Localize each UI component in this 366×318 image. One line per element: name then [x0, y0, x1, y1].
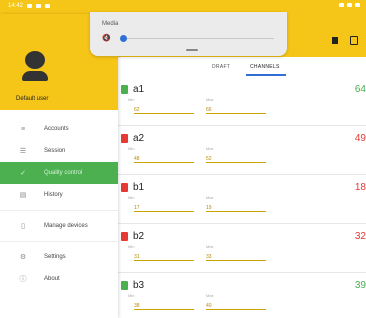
info-icon: ⓘ [19, 276, 27, 283]
app-bar-actions [332, 36, 358, 45]
drawer-menu: ≡ Accounts ☰ Session ✓ Quality control ▤… [0, 118, 118, 290]
image-icon [45, 4, 51, 8]
channel-row[interactable]: a2 49 Min Max 48 52 [118, 126, 366, 175]
channel-value: 39 [354, 280, 366, 291]
channel-name: b1 [133, 182, 145, 193]
min-field[interactable]: 48 [134, 156, 194, 163]
media-panel: Media 🔇 [90, 12, 287, 56]
tab-bar: DRAFT CHANNELS [118, 57, 366, 77]
volume-slider-track[interactable] [124, 38, 274, 39]
nav-item-label: Settings [44, 254, 66, 260]
avatar [22, 51, 48, 83]
nav-item-label: History [44, 192, 63, 198]
nav-item-history[interactable]: ▤ History [0, 184, 118, 206]
nav-item-settings[interactable]: ⚙ Settings [0, 246, 118, 268]
min-field[interactable]: 17 [134, 205, 194, 212]
min-label: Min [128, 293, 135, 298]
nav-item-quality-control[interactable]: ✓ Quality control [0, 162, 118, 184]
nav-item-label: Quality control [44, 170, 83, 176]
max-label: Max [206, 97, 214, 102]
max-field[interactable]: 52 [206, 156, 266, 163]
clipboard-icon [121, 134, 128, 143]
channel-row[interactable]: b2 32 Min Max 31 33 [118, 224, 366, 273]
tab-draft[interactable]: DRAFT [212, 64, 230, 70]
nav-item-accounts[interactable]: ≡ Accounts [0, 118, 118, 140]
max-label: Max [206, 146, 214, 151]
channel-value: 32 [354, 231, 366, 242]
clipboard-icon [121, 183, 128, 192]
status-time: 14:42 [8, 3, 24, 9]
channel-row[interactable]: b1 18 Min Max 17 19 [118, 175, 366, 224]
nav-item-label: Manage devices [44, 223, 88, 229]
navigation-drawer: Default user ≡ Accounts ☰ Session ✓ Qual… [0, 14, 118, 318]
tab-indicator [246, 74, 286, 76]
channel-row[interactable]: a1 64 Min Max 62 66 [118, 77, 366, 126]
channel-name: a2 [133, 133, 145, 144]
max-field[interactable]: 19 [206, 205, 266, 212]
max-label: Max [206, 195, 214, 200]
nav-item-label: Accounts [44, 126, 69, 132]
play-icon [36, 4, 42, 8]
min-field[interactable]: 62 [134, 107, 194, 114]
divider [0, 210, 118, 211]
max-field[interactable]: 40 [206, 303, 266, 310]
channel-value: 18 [354, 182, 366, 193]
min-field[interactable]: 38 [134, 303, 194, 310]
min-label: Min [128, 244, 135, 249]
channel-name: b3 [133, 280, 145, 291]
max-field[interactable]: 66 [206, 107, 266, 114]
max-field[interactable]: 33 [206, 254, 266, 261]
channel-value: 49 [354, 133, 366, 144]
channel-value: 64 [354, 84, 366, 95]
notification-icon [27, 4, 33, 8]
min-label: Min [128, 146, 135, 151]
stop-icon[interactable] [332, 37, 338, 44]
tab-channels[interactable]: CHANNELS [250, 64, 280, 70]
channel-row[interactable]: b3 39 Min Max 38 40 [118, 273, 366, 318]
min-field[interactable]: 31 [134, 254, 194, 261]
session-icon: ☰ [19, 148, 27, 155]
volume-slider-thumb[interactable] [120, 35, 127, 42]
clipboard-icon[interactable] [350, 36, 358, 45]
quality-icon: ✓ [20, 170, 26, 177]
min-label: Min [128, 97, 135, 102]
nav-item-label: Session [44, 148, 66, 154]
gear-icon: ⚙ [19, 254, 27, 261]
clipboard-icon [121, 281, 128, 290]
max-label: Max [206, 293, 214, 298]
divider [0, 241, 118, 242]
history-icon: ▤ [19, 192, 27, 199]
accounts-icon: ≡ [20, 125, 26, 133]
nav-item-session[interactable]: ☰ Session [0, 140, 118, 162]
clipboard-icon [121, 85, 128, 94]
clipboard-icon [121, 232, 128, 241]
max-label: Max [206, 244, 214, 249]
signal-icon [339, 3, 344, 7]
min-label: Min [128, 195, 135, 200]
battery-icon [355, 3, 360, 7]
nav-item-about[interactable]: ⓘ About [0, 268, 118, 290]
panel-drag-handle[interactable] [186, 49, 198, 51]
volume-muted-icon[interactable]: 🔇 [102, 34, 111, 42]
nav-item-label: About [44, 276, 60, 282]
channel-name: a1 [133, 84, 145, 95]
user-name: Default user [16, 96, 49, 102]
nav-item-manage-devices[interactable]: ▯ Manage devices [0, 215, 118, 237]
channel-name: b2 [133, 231, 145, 242]
channel-list: a1 64 Min Max 62 66 a2 49 Min Max 48 52 … [118, 77, 366, 318]
wifi-icon [347, 3, 352, 7]
media-title: Media [102, 21, 119, 27]
device-icon: ▯ [21, 223, 25, 230]
